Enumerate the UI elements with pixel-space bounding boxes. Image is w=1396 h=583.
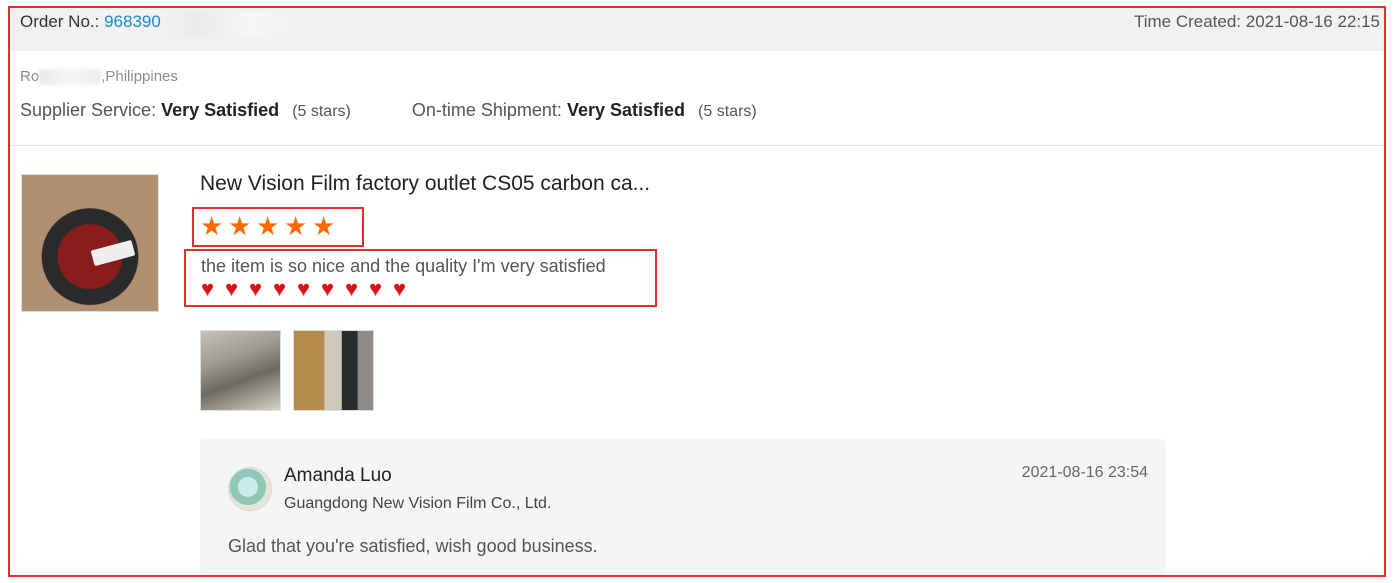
star-icon: ★ [228,211,252,241]
order-header: Order No.: 968390 Time Created: 2021-08-… [10,8,1384,51]
review-text: the item is so nice and the quality I'm … [201,256,606,276]
heart-emoji-row: ♥ ♥ ♥ ♥ ♥ ♥ ♥ ♥ ♥ [201,278,417,300]
section-divider [10,145,1384,146]
buyer-location: Ro ,Philippines [20,68,178,86]
reply-company: Guangdong New Vision Film Co., Ltd. [284,495,552,512]
heart-icon: ♥ [225,276,239,301]
star-icon: ★ [200,211,224,241]
review-card: Order No.: 968390 Time Created: 2021-08-… [8,6,1386,577]
heart-icon: ♥ [369,276,383,301]
reply-text: Glad that you're satisfied, wish good bu… [228,536,598,556]
star-icon: ★ [312,211,336,241]
supplier-service-rating: Supplier Service: Very Satisfied (5 star… [20,100,351,120]
reply-author-name: Amanda Luo [284,465,392,486]
product-rating-stars: ★ ★ ★ ★ ★ [192,207,364,247]
review-comment-box: the item is so nice and the quality I'm … [184,249,657,307]
redacted-order-digits [170,10,298,38]
order-number-label: Order No.: 968390 [20,12,161,31]
supplier-reply: Amanda Luo Guangdong New Vision Film Co.… [200,439,1166,575]
reply-timestamp: 2021-08-16 23:54 [1021,464,1148,481]
heart-icon: ♥ [273,276,287,301]
heart-icon: ♥ [249,276,263,301]
avatar [228,467,272,511]
time-created: Time Created: 2021-08-16 22:15 [1133,12,1380,31]
product-label-sticker [90,239,136,267]
heart-icon: ♥ [321,276,335,301]
heart-icon: ♥ [297,276,311,301]
heart-icon: ♥ [345,276,359,301]
on-time-shipment-rating: On-time Shipment: Very Satisfied (5 star… [411,100,757,120]
star-icon: ★ [284,211,308,241]
star-icon: ★ [256,211,280,241]
order-number-link[interactable]: 968390 [104,12,161,31]
redacted-buyer-name [39,69,102,86]
service-ratings: Supplier Service: Very Satisfied (5 star… [20,100,757,121]
heart-icon: ♥ [393,276,407,301]
heart-icon: ♥ [201,276,215,301]
review-photo-2[interactable] [293,330,374,411]
review-photo-1[interactable] [200,330,281,411]
product-thumbnail[interactable] [21,174,159,312]
product-title[interactable]: New Vision Film factory outlet CS05 carb… [200,172,650,196]
